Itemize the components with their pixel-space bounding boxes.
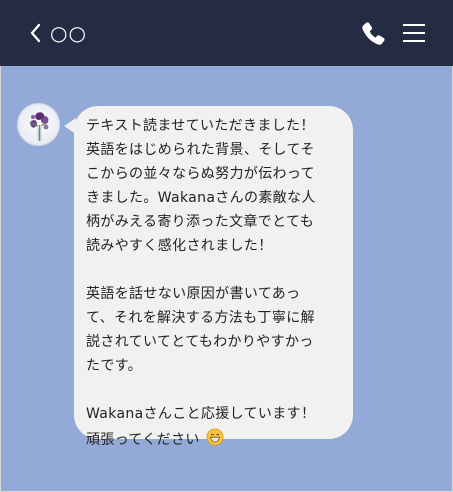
call-button[interactable] [357,18,389,50]
chat-header: ○○ [0,0,453,66]
chat-title: ○○ [50,21,87,45]
grinning-face-icon [201,428,224,450]
back-button[interactable] [26,19,46,47]
avatar[interactable] [17,103,60,146]
message-bubble: テキスト読ませていただきました！ 英語をはじめられた背景、そしてそ こからの並々… [74,106,353,448]
message-line-12-text: 頑張ってください [86,432,200,448]
message-paragraph-gap [86,378,341,402]
message-line-3: こからの並々ならぬ努力が伝わって [86,166,315,182]
message-line-2: 英語をはじめられた背景、そしてそ [86,142,315,158]
message-line-12: 頑張ってください [86,426,341,452]
chevron-left-icon [30,23,41,43]
message-line-1: テキスト読ませていただきました！ [86,118,315,134]
chat-screen: ○○ テキスト読ませていただきました！ 英語をはじめられた背景、そしてそ こから… [0,0,453,492]
menu-icon [403,24,425,42]
menu-button[interactable] [400,19,428,47]
message-paragraph-gap [86,258,341,282]
avatar-flower-icon [18,104,59,145]
message-line-9: 説されていてとてもわかりやすかっ [86,334,314,350]
phone-icon [362,22,385,45]
message-line-10: たです。 [86,358,142,374]
message-line-6: 読みやすく感化されました！ [86,238,273,254]
message-line-4: きました。Wakanaさんの素敵な人 [86,190,316,206]
message-line-7: 英語を話せない原因が書いてあっ [86,286,301,302]
message-line-5: 柄がみえる寄り添った文章でとても [86,214,315,230]
message-line-11: Wakanaさんこと応援しています！ [86,406,316,422]
message-line-8: て、それを解決する方法も丁寧に解 [86,310,315,326]
